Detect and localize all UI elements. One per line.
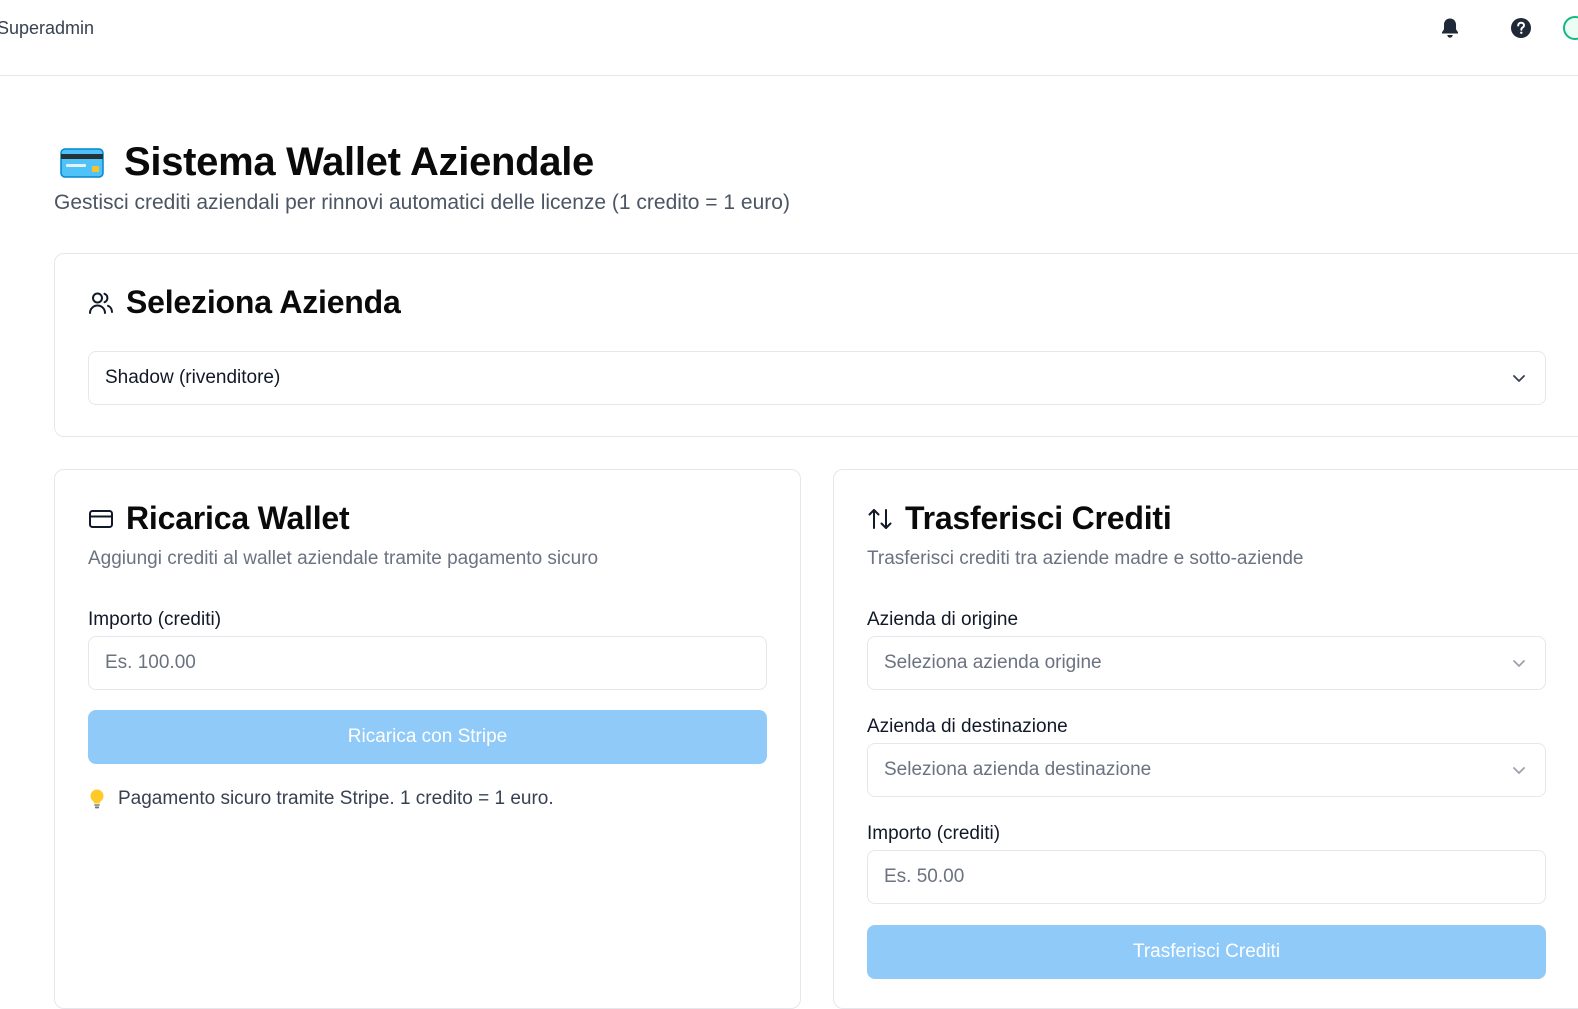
company-select[interactable]: Shadow (rivenditore) <box>88 351 1546 405</box>
transfer-card-description: Trasferisci crediti tra aziende madre e … <box>867 548 1304 569</box>
origin-company-label: Azienda di origine <box>867 609 1019 630</box>
company-select-card: Seleziona Azienda Shadow (rivenditore) <box>54 253 1578 437</box>
company-card-title: Seleziona Azienda <box>126 284 401 320</box>
destination-company-placeholder: Seleziona azienda destinazione <box>884 759 1152 780</box>
recharge-amount-input[interactable] <box>88 636 767 690</box>
recharge-hint-text: Pagamento sicuro tramite Stripe. 1 credi… <box>118 788 554 809</box>
recharge-stripe-button[interactable]: Ricarica con Stripe <box>88 710 767 764</box>
recharge-hint: Pagamento sicuro tramite Stripe. 1 credi… <box>88 788 554 810</box>
recharge-amount-label: Importo (crediti) <box>88 609 222 630</box>
page-title: Sistema Wallet Aziendale <box>124 140 594 184</box>
origin-company-select[interactable]: Seleziona azienda origine <box>867 636 1546 690</box>
destination-company-label: Azienda di destinazione <box>867 716 1068 737</box>
chevron-down-icon <box>1513 660 1525 667</box>
recharge-card-title: Ricarica Wallet <box>126 500 350 536</box>
destination-company-select[interactable]: Seleziona azienda destinazione <box>867 743 1546 797</box>
top-bar: Superadmin <box>0 0 1578 76</box>
transfer-card-header: Trasferisci Crediti <box>867 500 1172 537</box>
transfer-amount-input[interactable] <box>867 850 1546 904</box>
origin-company-placeholder: Seleziona azienda origine <box>884 652 1102 673</box>
recharge-card-header: Ricarica Wallet <box>88 500 350 537</box>
arrows-up-down-icon <box>868 508 892 529</box>
chevron-down-icon <box>1513 767 1525 774</box>
users-icon <box>89 292 113 314</box>
page-subtitle: Gestisci crediti aziendali per rinnovi a… <box>54 191 790 214</box>
user-label[interactable]: Superadmin <box>0 18 94 39</box>
credit-card-emoji-icon <box>60 146 104 180</box>
page-header: Sistema Wallet Aziendale Gestisci credit… <box>54 140 790 215</box>
transfer-amount-label: Importo (crediti) <box>867 823 1001 844</box>
avatar[interactable] <box>1563 16 1578 40</box>
company-select-value: Shadow (rivenditore) <box>105 367 281 388</box>
recharge-card-description: Aggiungi crediti al wallet aziendale tra… <box>88 548 599 569</box>
transfer-card-title: Trasferisci Crediti <box>905 500 1172 536</box>
transfer-credits-button[interactable]: Trasferisci Crediti <box>867 925 1546 979</box>
credit-card-icon <box>89 509 113 528</box>
help-icon[interactable] <box>1509 16 1533 40</box>
chevron-down-icon <box>1513 375 1525 382</box>
lightbulb-icon <box>90 789 104 809</box>
transfer-credits-card: Trasferisci Crediti Trasferisci crediti … <box>833 469 1578 1009</box>
company-card-header: Seleziona Azienda <box>88 284 401 321</box>
bell-icon[interactable] <box>1438 16 1462 40</box>
recharge-wallet-card: Ricarica Wallet Aggiungi crediti al wall… <box>54 469 801 1009</box>
